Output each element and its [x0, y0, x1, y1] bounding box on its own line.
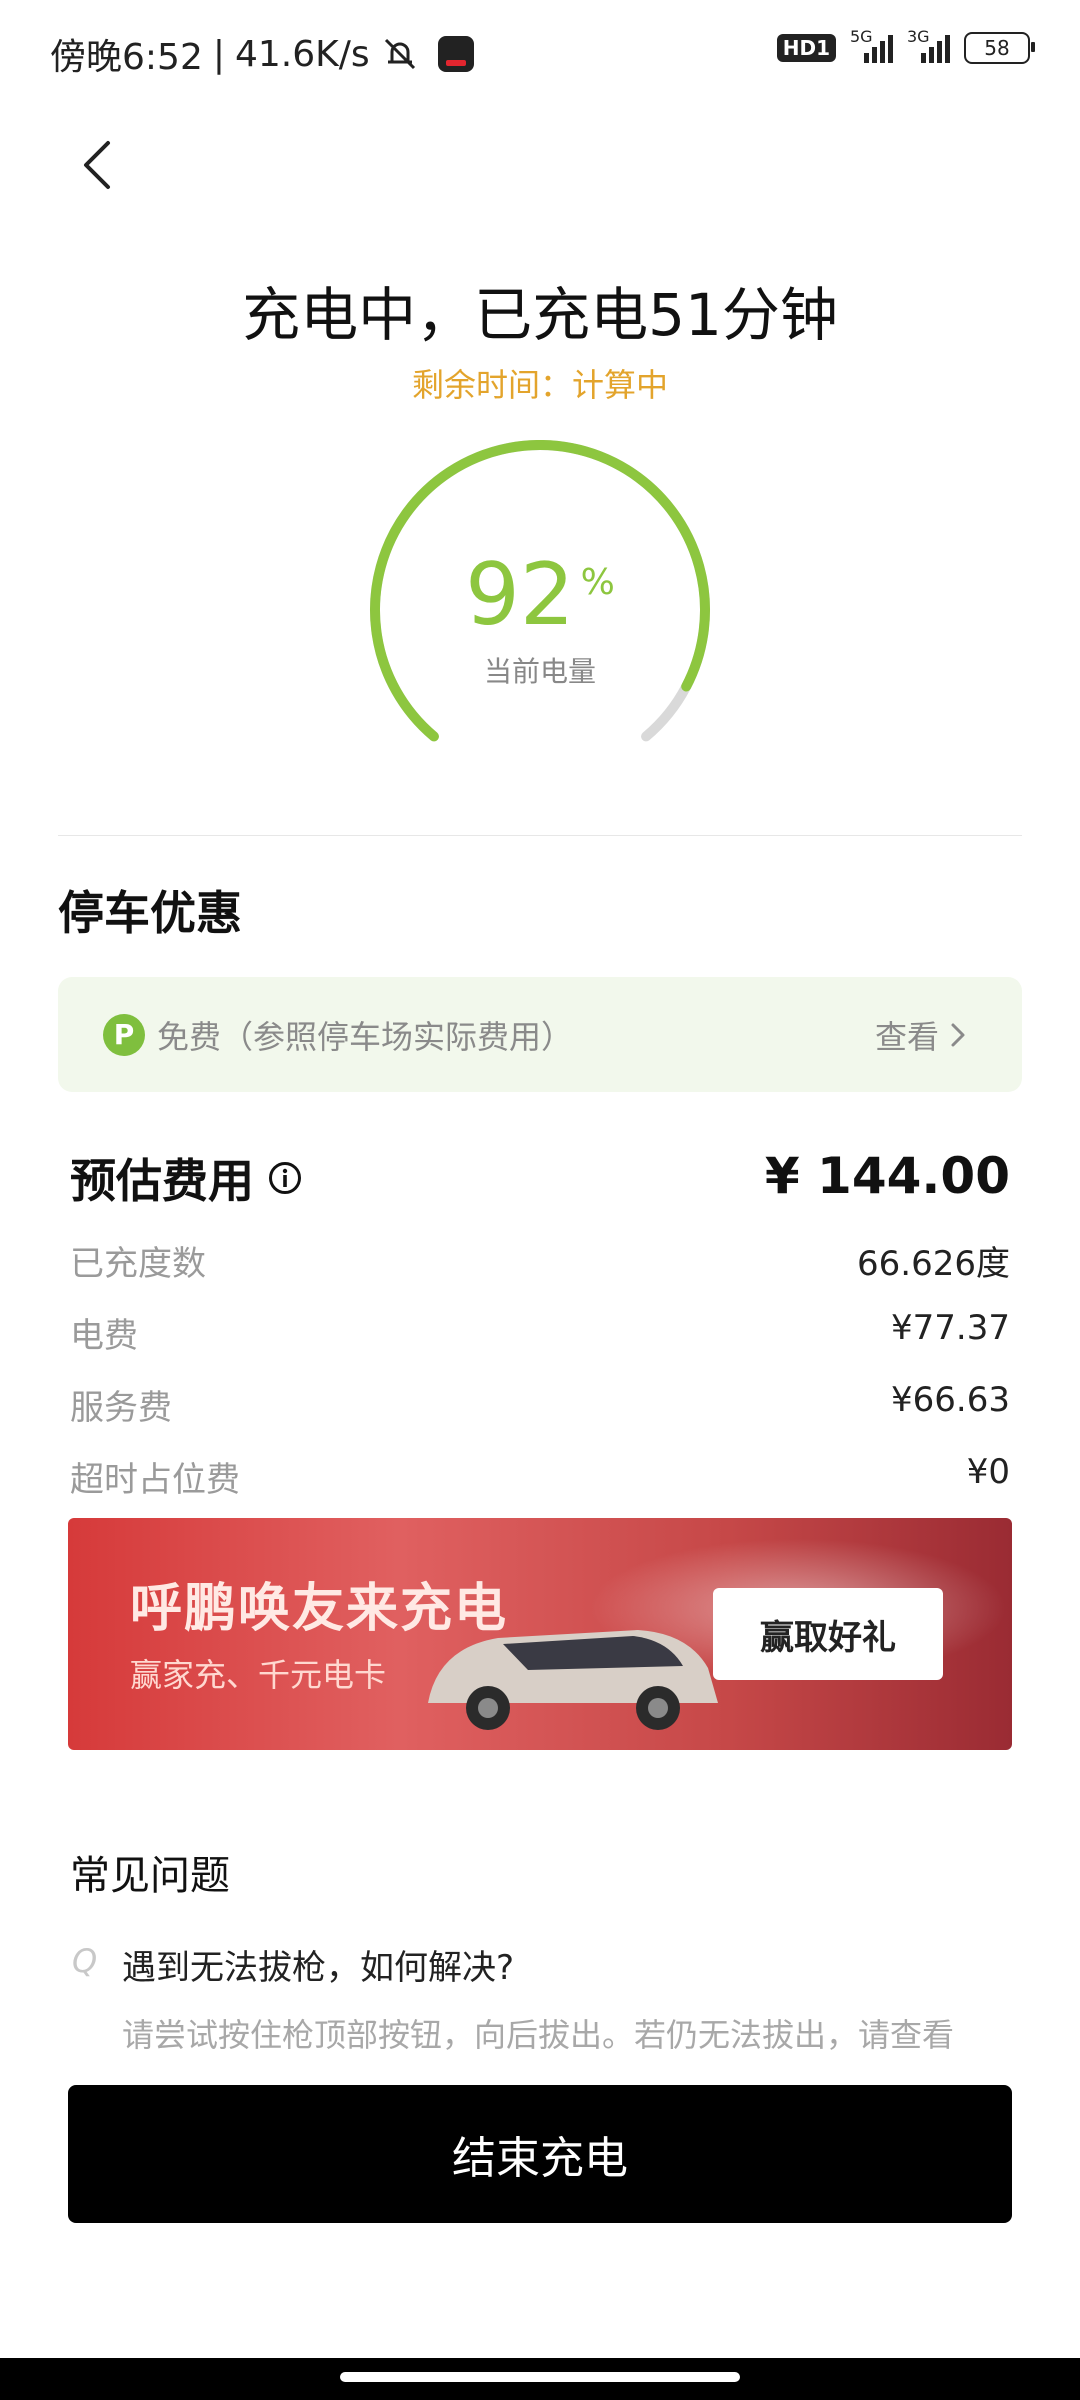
estimated-fee-title: 预估费用 — [70, 1154, 254, 1208]
info-icon[interactable] — [268, 1161, 302, 1195]
fee-value: ¥0 — [966, 1452, 1010, 1492]
parking-text: 免费（参照停车场实际费用） — [157, 1017, 574, 1056]
nav-bar — [0, 2358, 1080, 2400]
fee-row-service: 服务费 ¥66.63 — [70, 1380, 1010, 1429]
divider — [58, 835, 1022, 836]
fee-row-overtime: 超时占位费 ¥0 — [70, 1452, 1010, 1501]
car-image — [428, 1630, 718, 1730]
estimated-fee-total: ¥ 144.00 — [764, 1147, 1010, 1205]
charging-status-title: 充电中，已充电51分钟 — [242, 281, 838, 349]
battery-icon: 58 — [964, 32, 1035, 64]
remaining-time: 剩余时间：计算中 — [411, 366, 668, 404]
end-charging-button[interactable]: 结束充电 — [68, 2085, 1012, 2223]
status-left: 傍晚6:52 | 41.6K/s — [50, 28, 474, 80]
hd-badge: HD1 — [776, 34, 836, 62]
banner-subtitle: 赢家充、千元电卡 — [130, 1656, 387, 1694]
question-icon: Q — [72, 1942, 98, 1980]
muted-bell-icon — [384, 38, 415, 70]
gauge-label: 当前电量 — [483, 655, 596, 688]
parking-discount-card[interactable]: P 免费（参照停车场实际费用） 查看 — [58, 977, 1022, 1092]
fee-value: 66.626度 — [857, 1244, 1010, 1284]
back-arrow-icon[interactable] — [70, 135, 130, 195]
parking-section-title: 停车优惠 — [58, 886, 242, 940]
parking-view-link[interactable]: 查看 — [875, 1012, 967, 1058]
estimated-fee-heading: 预估费用 — [70, 1145, 302, 1211]
battery-percent: 92 — [465, 545, 575, 645]
percent-sign: % — [580, 562, 615, 603]
chevron-right-icon — [951, 1023, 965, 1046]
fee-label: 服务费 — [70, 1388, 172, 1428]
app-notification-icon — [437, 36, 474, 72]
fee-label: 超时占位费 — [70, 1460, 240, 1500]
parking-icon: P — [103, 1013, 145, 1056]
faq-question[interactable]: 遇到无法拔枪，如何解决? — [122, 1940, 514, 1989]
promo-banner[interactable]: 呼鹏唤友来充电 赢家充、千元电卡 赢取好礼 — [68, 1518, 1012, 1750]
fee-row-electricity: 电费 ¥77.37 — [70, 1308, 1010, 1357]
fee-label: 电费 — [70, 1316, 138, 1356]
status-bar: 傍晚6:52 | 41.6K/s HD1 5G 3G 58 — [0, 0, 1080, 110]
status-speed: 41.6K/s — [234, 33, 370, 75]
fee-value: ¥66.63 — [891, 1380, 1010, 1420]
fee-value: ¥77.37 — [891, 1308, 1010, 1348]
fee-row-energy: 已充度数 66.626度 — [70, 1236, 1010, 1285]
home-indicator[interactable] — [340, 2372, 740, 2382]
status-separator: | — [212, 33, 225, 75]
battery-level: 58 — [984, 36, 1010, 60]
signal-3g-icon: 3G — [907, 27, 950, 63]
banner-cta-button[interactable]: 赢取好礼 — [713, 1588, 943, 1680]
gauge-value: 92% — [0, 545, 1080, 645]
faq-answer: 请尝试按住枪顶部按钮，向后拔出。若仍无法拔出，请查看 — [122, 2016, 955, 2054]
status-time: 傍晚6:52 — [50, 37, 203, 78]
parking-view-label: 查看 — [874, 1017, 939, 1056]
faq-title: 常见问题 — [70, 1853, 230, 1899]
fee-label: 已充度数 — [70, 1244, 206, 1284]
signal-5g-icon: 5G — [850, 27, 893, 63]
status-right: HD1 5G 3G 58 — [776, 27, 1035, 64]
